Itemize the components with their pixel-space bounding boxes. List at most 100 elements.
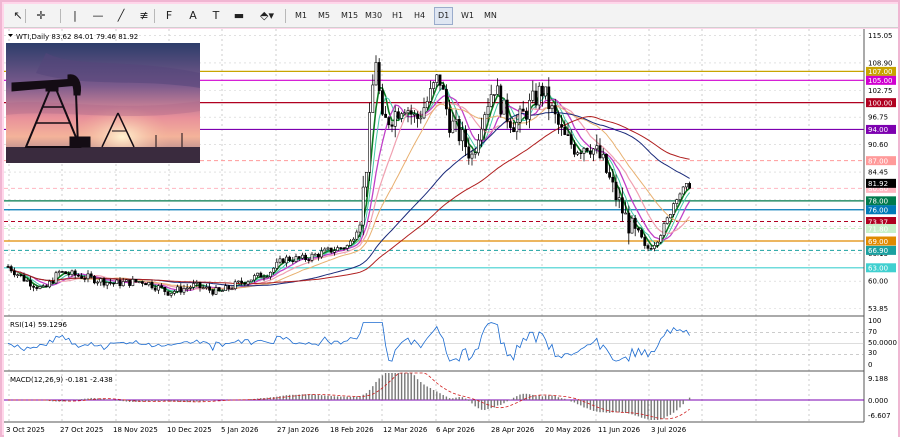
candle-body bbox=[556, 113, 560, 125]
candle-body bbox=[620, 197, 624, 214]
candle-body bbox=[144, 283, 148, 286]
timeframe-m30[interactable]: M30 bbox=[362, 7, 385, 25]
candle-body bbox=[640, 229, 644, 238]
candle-body bbox=[323, 248, 327, 252]
candle-body bbox=[499, 85, 503, 115]
timeframe-h4[interactable]: H4 bbox=[411, 7, 428, 25]
candle-body bbox=[617, 197, 621, 201]
candle-body bbox=[624, 212, 628, 215]
candle-body bbox=[592, 148, 596, 155]
candle-body bbox=[304, 254, 308, 260]
candle-body bbox=[684, 183, 688, 188]
trendline-icon[interactable]: ╱ bbox=[112, 7, 130, 25]
crosshair-icon[interactable]: ✛ bbox=[32, 7, 50, 25]
level-label: 78.00 bbox=[868, 198, 888, 206]
chart-area[interactable]: 115.05108.90102.7596.7590.6084.4578.3072… bbox=[4, 29, 898, 437]
level-label: 107.00 bbox=[868, 68, 893, 76]
candle-body bbox=[227, 285, 231, 290]
level-label: 71.80 bbox=[868, 225, 888, 233]
candle-body bbox=[112, 282, 116, 285]
candle-body bbox=[125, 279, 128, 282]
candle-body bbox=[166, 291, 170, 296]
timeframe-m1[interactable]: M1 bbox=[292, 7, 310, 25]
candle-body bbox=[374, 62, 378, 86]
macd-axis-tick: 9.188 bbox=[868, 375, 888, 383]
time-axis[interactable]: 3 Oct 2025 27 Oct 2025 18 Nov 2025 10 Dec 2… bbox=[6, 426, 687, 434]
candle-body bbox=[211, 289, 215, 295]
horizontal-line-icon[interactable]: — bbox=[89, 7, 107, 25]
price-tick: 90.60 bbox=[868, 141, 888, 149]
text-label-icon[interactable]: T bbox=[207, 7, 225, 25]
candle-body bbox=[454, 118, 458, 122]
candle-body bbox=[6, 266, 10, 268]
vertical-line-icon[interactable]: | bbox=[66, 7, 84, 25]
timeframe-mn[interactable]: MN bbox=[481, 7, 500, 25]
candle-body bbox=[492, 94, 496, 96]
candle-body bbox=[524, 110, 528, 120]
candle-body bbox=[515, 122, 519, 133]
text-icon[interactable]: A bbox=[184, 7, 202, 25]
candle-body bbox=[256, 272, 260, 276]
candle-body bbox=[44, 285, 48, 288]
timeframe-m15[interactable]: M15 bbox=[338, 7, 361, 25]
candle-body bbox=[160, 285, 164, 288]
candle-body bbox=[598, 145, 602, 159]
candle-body bbox=[16, 274, 20, 276]
rsi-axis-tick: 50.0000 bbox=[868, 339, 897, 347]
candle-body bbox=[473, 152, 477, 155]
candle-body bbox=[153, 287, 157, 291]
arrows-dropdown-icon[interactable]: ⬘▾ bbox=[254, 7, 280, 25]
level-label: 100.00 bbox=[868, 99, 893, 107]
equidistant-channel-icon[interactable]: ≢ bbox=[135, 7, 153, 25]
candle-body bbox=[332, 250, 336, 253]
level-label: 69.00 bbox=[868, 238, 888, 246]
time-tick: 28 Apr 2026 bbox=[491, 426, 535, 434]
candle-body bbox=[630, 217, 634, 234]
candle-body bbox=[531, 90, 535, 101]
candle-body bbox=[173, 291, 176, 294]
rsi-axis-tick: 70 bbox=[868, 328, 877, 336]
candle-body bbox=[240, 280, 244, 284]
candle-body bbox=[28, 279, 32, 287]
candle-body bbox=[393, 111, 397, 127]
timeframe-m5[interactable]: M5 bbox=[315, 7, 333, 25]
toolbar-separator bbox=[154, 9, 155, 23]
candle-body bbox=[195, 282, 199, 284]
candle-body bbox=[57, 271, 61, 274]
rectangle-icon[interactable]: ▬ bbox=[230, 7, 248, 25]
candle-body bbox=[253, 275, 256, 281]
timeframe-h1[interactable]: H1 bbox=[389, 7, 406, 25]
candle-body bbox=[265, 276, 269, 278]
candle-body bbox=[313, 253, 317, 256]
candle-body bbox=[214, 287, 218, 295]
timeframe-w1[interactable]: W1 bbox=[458, 7, 477, 25]
candle-body bbox=[377, 62, 381, 91]
fibonacci-icon[interactable]: F bbox=[160, 7, 178, 25]
candle-body bbox=[438, 74, 442, 86]
candle-body bbox=[608, 172, 612, 178]
candle-body bbox=[176, 286, 180, 292]
candle-body bbox=[268, 271, 272, 277]
candle-body bbox=[489, 94, 493, 107]
candle-body bbox=[169, 293, 173, 296]
candle-body bbox=[563, 126, 567, 135]
candle-body bbox=[89, 273, 93, 277]
candle-body bbox=[224, 285, 228, 291]
candle-body bbox=[25, 279, 29, 282]
timeframe-d1[interactable]: D1 bbox=[434, 7, 454, 25]
candle-body bbox=[483, 114, 487, 130]
candle-body bbox=[262, 276, 266, 279]
candle-body bbox=[96, 281, 100, 284]
candle-body bbox=[368, 112, 372, 173]
candle-body bbox=[243, 282, 247, 285]
candle-body bbox=[237, 280, 240, 283]
candle-body bbox=[659, 235, 663, 243]
level-label: 76.00 bbox=[868, 207, 888, 215]
candle-body bbox=[278, 258, 282, 263]
candle-body bbox=[13, 270, 16, 276]
candle-body bbox=[208, 286, 212, 291]
candle-body bbox=[662, 223, 666, 236]
candle-body bbox=[355, 231, 359, 240]
candle-body bbox=[217, 287, 221, 292]
candle-body bbox=[588, 150, 592, 155]
